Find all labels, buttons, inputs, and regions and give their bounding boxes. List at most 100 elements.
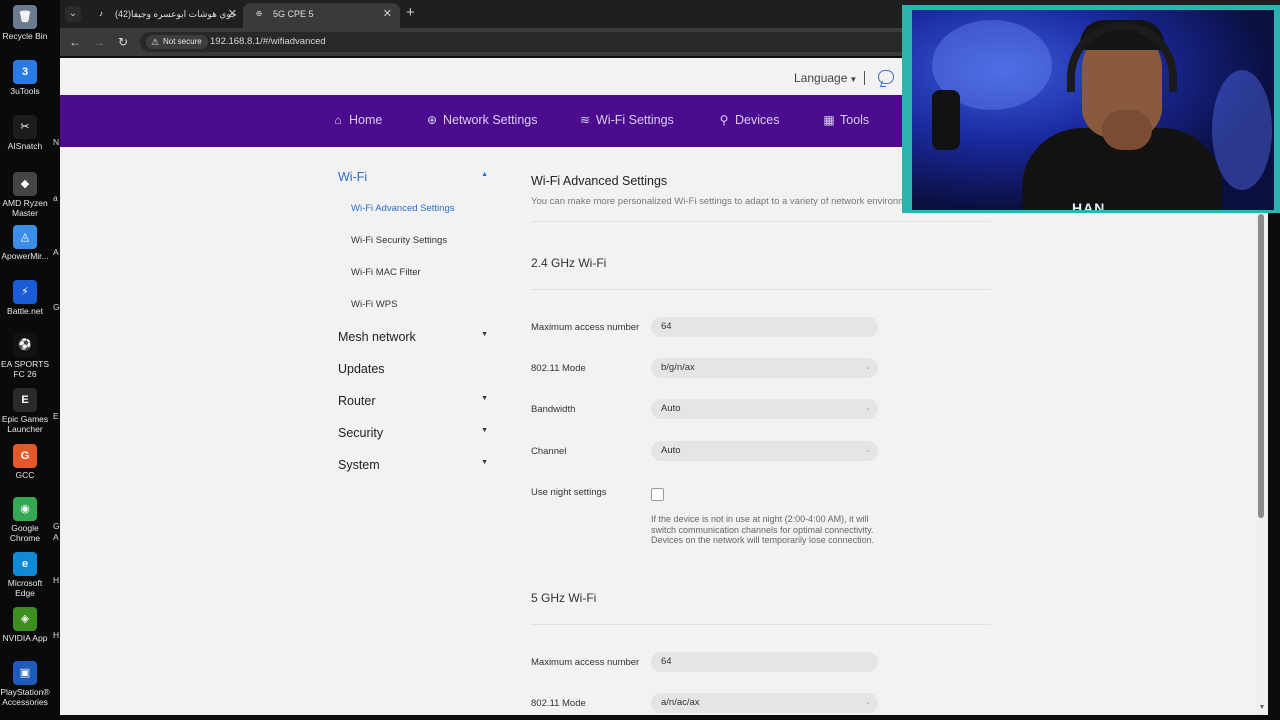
field-label: Bandwidth [531, 404, 576, 415]
nav-network-settings[interactable]: ⊕ Network Settings [425, 113, 538, 127]
select-value: b/g/n/ax [661, 362, 695, 373]
aisnatch-icon: ✂ [13, 115, 37, 139]
tab-inactive[interactable]: ♪ (42)جوي هوشات ابوعسره وجيفا ✕ [85, 3, 245, 28]
tab-close-icon[interactable]: ✕ [228, 3, 237, 25]
address-bar[interactable]: ⚠ Not secure 192.168.8.1/#/wifiadvanced [140, 32, 940, 52]
nav-devices[interactable]: ⚲ Devices [717, 113, 780, 127]
language-label: Language [794, 71, 848, 85]
scrollbar-thumb[interactable] [1258, 214, 1264, 518]
desktop-icon[interactable]: ▣ PlayStation® Accessories [0, 661, 50, 707]
tab-search-button[interactable]: ⌄ [65, 6, 81, 22]
menu-router[interactable]: Router ▼ [338, 394, 488, 408]
submenu-wifi-advanced[interactable]: Wi-Fi Advanced Settings [351, 203, 455, 214]
security-chip[interactable]: ⚠ Not secure [146, 35, 208, 49]
back-icon[interactable]: ← [67, 34, 83, 50]
max-access-input-24ghz[interactable]: 64 [651, 317, 878, 337]
field-label: 802.11 Mode [531, 363, 586, 374]
desktop-icon[interactable]: ✂ AISnatch [0, 115, 50, 151]
forward-icon[interactable]: → [91, 34, 107, 50]
nav-wifi-settings[interactable]: ≋ Wi-Fi Settings [578, 113, 674, 127]
section-heading-5ghz: 5 GHz Wi-Fi [531, 591, 597, 605]
menu-label: Mesh network [338, 330, 416, 344]
field-label: Use night settings [531, 487, 607, 498]
reload-icon[interactable]: ↻ [115, 34, 131, 50]
desktop-icon[interactable]: ◆ AMD Ryzen Master [0, 172, 50, 218]
field-label: Maximum access number [531, 322, 640, 333]
desktop-icon-label: 3uTools [10, 86, 40, 96]
nav-home[interactable]: ⌂ Home [331, 113, 382, 127]
desktop-icon[interactable]: 🗑 Recycle Bin [0, 5, 50, 41]
apowermirror-icon: ◬ [13, 225, 37, 249]
microphone [932, 90, 960, 150]
new-tab-icon[interactable]: + [406, 4, 415, 21]
tab-title: (42)جوي هوشات ابوعسره وجيفا [115, 9, 237, 19]
select-value: Auto [661, 403, 681, 414]
desktop-icon[interactable]: G GCC [0, 444, 50, 480]
epic-games-icon: E [13, 388, 37, 412]
desktop-icon[interactable]: ◉ Google Chrome [0, 497, 50, 543]
night-settings-checkbox[interactable] [651, 488, 664, 501]
chevron-down-icon: ⌄ [865, 364, 871, 371]
security-label: Not secure [163, 37, 202, 46]
menu-label: System [338, 458, 380, 472]
warning-icon: ⚠ [151, 37, 160, 47]
ea-sports-fc-icon: ⚽ [13, 333, 37, 357]
home-icon: ⌂ [334, 113, 342, 127]
desktop-icon-label-cut: N [53, 137, 60, 147]
chrome-icon: ◉ [13, 497, 37, 521]
tab-close-icon[interactable]: ✕ [383, 3, 392, 25]
submenu-wifi-security[interactable]: Wi-Fi Security Settings [351, 235, 447, 246]
desktop-icon[interactable]: 3 3uTools [0, 60, 50, 96]
desktop-icon[interactable]: ◈ NVIDIA App [0, 607, 50, 643]
menu-updates[interactable]: Updates [338, 362, 488, 376]
page-description: You can make more personalized Wi-Fi set… [531, 196, 927, 207]
field-label: Maximum access number [531, 657, 640, 668]
desktop-icon-label: Battle.net [7, 306, 43, 316]
nvidia-icon: ◈ [13, 607, 37, 631]
language-selector[interactable]: Language ▼ [794, 71, 857, 85]
chevron-down-icon: ▼ [481, 459, 488, 466]
mode-select-24ghz[interactable]: b/g/n/ax ⌄ [651, 358, 878, 378]
submenu-wifi-mac-filter[interactable]: Wi-Fi MAC Filter [351, 267, 421, 278]
desktop-icon-label-cut: a [53, 193, 58, 203]
desktop-icon[interactable]: ⚽ EA SPORTS FC 26 [0, 333, 50, 379]
scroll-down-icon[interactable]: ▼ [1256, 704, 1268, 711]
desktop-icon[interactable]: ⚡ Battle.net [0, 280, 50, 316]
chat-icon[interactable] [878, 70, 894, 84]
chevron-down-icon: ⌄ [865, 447, 871, 454]
menu-label: Wi-Fi [338, 170, 368, 184]
desktop-icon-label: Google Chrome [9, 523, 41, 543]
page-title: Wi-Fi Advanced Settings [531, 174, 668, 188]
wifi-icon: ≋ [579, 113, 591, 127]
menu-system[interactable]: System ▼ [338, 458, 488, 472]
mode-select-5ghz[interactable]: a/n/ac/ax ⌄ [651, 693, 878, 713]
side-menu: Wi-Fi ▲ Wi-Fi Advanced Settings Wi-Fi Se… [60, 147, 510, 715]
max-access-input-5ghz[interactable]: 64 [651, 652, 878, 672]
channel-select-24ghz[interactable]: Auto ⌄ [651, 441, 878, 461]
nav-tools[interactable]: ▦ Tools [822, 113, 869, 127]
nav-label: Tools [840, 113, 870, 127]
chevron-down-icon: ▼ [481, 395, 488, 402]
menu-mesh-network[interactable]: Mesh network ▼ [338, 330, 488, 344]
tools-icon: ▦ [823, 113, 835, 127]
menu-wifi[interactable]: Wi-Fi ▲ [338, 170, 488, 184]
desktop-icon[interactable]: ◬ ApowerMir... [0, 225, 50, 261]
desktop-icon-strip: 🗑 Recycle Bin 3 3uTools ✂ AISnatch ◆ AMD Ryzen … [0, 0, 60, 720]
desktop-icon-label-cut: A [53, 247, 59, 257]
playstation-icon: ▣ [13, 661, 37, 685]
desktop-icon-label: NVIDIA App [2, 633, 48, 643]
desktop-icon[interactable]: e Microsoft Edge [0, 552, 50, 598]
submenu-wifi-wps[interactable]: Wi-Fi WPS [351, 299, 397, 310]
desktop-icon[interactable]: E Epic Games Launcher [0, 388, 50, 434]
menu-security[interactable]: Security ▼ [338, 426, 488, 440]
url-text[interactable]: 192.168.8.1/#/wifiadvanced [210, 36, 326, 47]
desktop-icon-label: AMD Ryzen Master [2, 198, 48, 218]
tab-active[interactable]: ⊕ 5G CPE 5 ✕ [243, 3, 400, 28]
bandwidth-select-24ghz[interactable]: Auto ⌄ [651, 399, 878, 419]
divider [531, 624, 991, 625]
night-settings-hint: If the device is not in use at night (2:… [651, 514, 875, 545]
desktop-icon-label: Microsoft Edge [7, 578, 43, 598]
nav-label: Wi-Fi Settings [596, 113, 674, 127]
gcc-icon: G [13, 444, 37, 468]
desktop-icon-label-cut: E [53, 411, 59, 421]
